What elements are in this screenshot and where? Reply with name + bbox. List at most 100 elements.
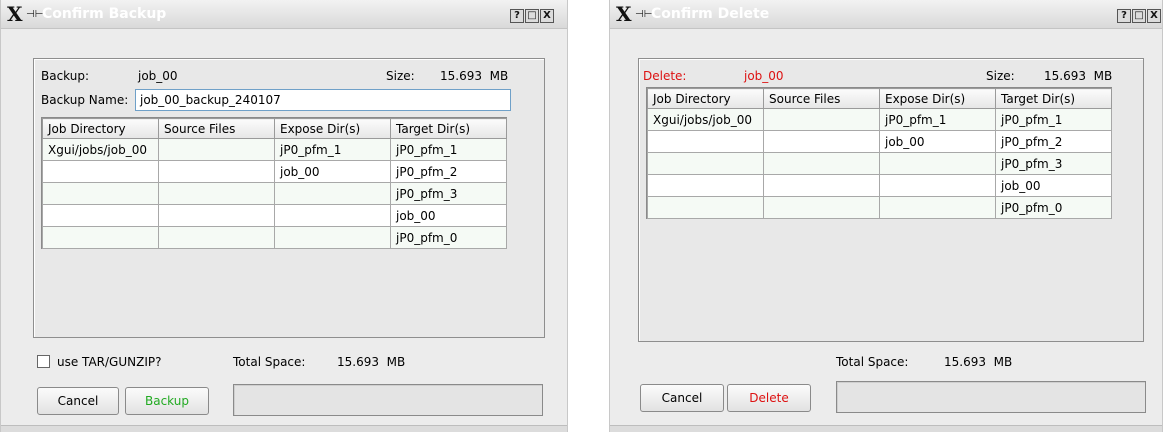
size-value: 15.693 MB bbox=[1044, 69, 1113, 83]
table-row[interactable]: job_00 bbox=[647, 174, 1112, 197]
confirm-backup-window: X ⊣⊢ Confirm Backup ? □ X Backup: job_00… bbox=[0, 0, 568, 432]
table-row[interactable]: jP0_pfm_3 bbox=[42, 182, 507, 205]
backup-label: Backup: bbox=[41, 69, 90, 83]
tar-gunzip-checkbox[interactable] bbox=[37, 355, 50, 368]
column-header-target-dirs[interactable]: Target Dir(s) bbox=[995, 88, 1112, 109]
backup-name-input[interactable]: job_00_backup_240107 bbox=[135, 89, 511, 111]
backup-info-panel: Backup: job_00 Size: 15.693 MB Backup Na… bbox=[33, 58, 545, 338]
maximize-button[interactable]: □ bbox=[525, 9, 539, 23]
table-row[interactable]: job_00 bbox=[42, 204, 507, 227]
table-cell[interactable] bbox=[42, 160, 159, 183]
table-cell[interactable]: jP0_pfm_3 bbox=[995, 152, 1112, 175]
table-cell[interactable] bbox=[158, 204, 275, 227]
table-cell[interactable] bbox=[274, 182, 391, 205]
x-logo-icon: X bbox=[7, 2, 23, 26]
table-row[interactable]: jP0_pfm_0 bbox=[42, 226, 507, 249]
column-header-expose-dirs[interactable]: Expose Dir(s) bbox=[274, 118, 391, 139]
table-cell[interactable]: jP0_pfm_1 bbox=[995, 108, 1112, 131]
table-cell[interactable] bbox=[647, 196, 764, 219]
column-header-source-files[interactable]: Source Files bbox=[763, 88, 880, 109]
total-space-label: Total Space: bbox=[233, 355, 306, 369]
window-bottom-edge bbox=[610, 425, 1162, 432]
pin-icon[interactable]: ⊣⊢ bbox=[26, 9, 43, 20]
delete-file-table: Job Directory Source Files Expose Dir(s)… bbox=[646, 87, 1112, 219]
table-cell[interactable] bbox=[763, 152, 880, 175]
window-title: Confirm Backup bbox=[42, 6, 167, 22]
table-cell[interactable] bbox=[158, 138, 275, 161]
x-logo-icon: X bbox=[616, 2, 632, 26]
table-cell[interactable]: jP0_pfm_1 bbox=[390, 138, 507, 161]
table-row[interactable]: jP0_pfm_3 bbox=[647, 152, 1112, 175]
backup-file-table: Job Directory Source Files Expose Dir(s)… bbox=[41, 117, 507, 249]
table-cell[interactable] bbox=[158, 160, 275, 183]
column-header-target-dirs[interactable]: Target Dir(s) bbox=[390, 118, 507, 139]
confirm-delete-window: X ⊣⊢ Confirm Delete ? □ X Delete: job_00… bbox=[609, 0, 1163, 432]
status-display bbox=[836, 381, 1146, 413]
close-button[interactable]: X bbox=[540, 9, 554, 23]
table-cell[interactable] bbox=[274, 204, 391, 227]
column-header-job-directory[interactable]: Job Directory bbox=[42, 118, 159, 139]
window-titlebar[interactable]: X ⊣⊢ Confirm Backup ? □ X bbox=[1, 0, 567, 29]
column-header-source-files[interactable]: Source Files bbox=[158, 118, 275, 139]
delete-info-panel: Delete: job_00 Size: 15.693 MB Job Direc… bbox=[638, 58, 1144, 342]
column-header-expose-dirs[interactable]: Expose Dir(s) bbox=[879, 88, 996, 109]
pin-icon[interactable]: ⊣⊢ bbox=[635, 9, 652, 20]
table-cell[interactable]: jP0_pfm_1 bbox=[879, 108, 996, 131]
backup-name-label: Backup Name: bbox=[41, 93, 129, 107]
table-cell[interactable]: Xgui/jobs/job_00 bbox=[647, 108, 764, 131]
status-display bbox=[233, 384, 543, 416]
delete-label: Delete: bbox=[643, 69, 687, 83]
close-button[interactable]: X bbox=[1147, 9, 1161, 23]
help-button[interactable]: ? bbox=[510, 9, 524, 23]
total-space-value: 15.693 MB bbox=[337, 355, 406, 369]
table-row[interactable]: jP0_pfm_0 bbox=[647, 196, 1112, 219]
backup-job-value: job_00 bbox=[138, 69, 178, 83]
table-cell[interactable]: jP0_pfm_2 bbox=[390, 160, 507, 183]
help-button[interactable]: ? bbox=[1117, 9, 1131, 23]
table-cell[interactable] bbox=[158, 182, 275, 205]
table-row[interactable]: job_00 jP0_pfm_2 bbox=[647, 130, 1112, 153]
table-cell[interactable] bbox=[158, 226, 275, 249]
maximize-button[interactable]: □ bbox=[1132, 9, 1146, 23]
table-cell[interactable] bbox=[274, 226, 391, 249]
table-cell[interactable] bbox=[647, 130, 764, 153]
table-cell[interactable] bbox=[42, 182, 159, 205]
table-cell[interactable]: jP0_pfm_0 bbox=[995, 196, 1112, 219]
delete-button[interactable]: Delete bbox=[727, 384, 811, 412]
cancel-button[interactable]: Cancel bbox=[37, 387, 119, 415]
table-cell[interactable] bbox=[647, 174, 764, 197]
table-cell[interactable]: jP0_pfm_2 bbox=[995, 130, 1112, 153]
table-cell[interactable] bbox=[763, 130, 880, 153]
window-title: Confirm Delete bbox=[651, 6, 770, 22]
table-row[interactable]: job_00 jP0_pfm_2 bbox=[42, 160, 507, 183]
window-titlebar[interactable]: X ⊣⊢ Confirm Delete ? □ X bbox=[610, 0, 1162, 29]
table-cell[interactable] bbox=[879, 152, 996, 175]
size-label: Size: bbox=[386, 69, 415, 83]
table-cell[interactable]: job_00 bbox=[995, 174, 1112, 197]
table-cell[interactable] bbox=[879, 196, 996, 219]
table-cell[interactable] bbox=[42, 226, 159, 249]
table-cell[interactable] bbox=[763, 196, 880, 219]
table-row[interactable]: Xgui/jobs/job_00 jP0_pfm_1 jP0_pfm_1 bbox=[647, 108, 1112, 131]
table-cell[interactable] bbox=[763, 174, 880, 197]
table-row[interactable]: Xgui/jobs/job_00 jP0_pfm_1 jP0_pfm_1 bbox=[42, 138, 507, 161]
table-cell[interactable]: jP0_pfm_0 bbox=[390, 226, 507, 249]
cancel-button[interactable]: Cancel bbox=[640, 384, 724, 412]
table-cell[interactable] bbox=[763, 108, 880, 131]
table-cell[interactable]: Xgui/jobs/job_00 bbox=[42, 138, 159, 161]
total-space-value: 15.693 MB bbox=[944, 355, 1013, 369]
size-label: Size: bbox=[986, 69, 1015, 83]
total-space-label: Total Space: bbox=[836, 355, 909, 369]
delete-job-value: job_00 bbox=[744, 69, 784, 83]
table-cell[interactable] bbox=[879, 174, 996, 197]
table-cell[interactable]: job_00 bbox=[879, 130, 996, 153]
table-cell[interactable]: jP0_pfm_3 bbox=[390, 182, 507, 205]
table-cell[interactable]: jP0_pfm_1 bbox=[274, 138, 391, 161]
table-cell[interactable]: job_00 bbox=[274, 160, 391, 183]
table-cell[interactable]: job_00 bbox=[390, 204, 507, 227]
backup-button[interactable]: Backup bbox=[125, 387, 209, 415]
table-cell[interactable] bbox=[42, 204, 159, 227]
table-cell[interactable] bbox=[647, 152, 764, 175]
column-header-job-directory[interactable]: Job Directory bbox=[647, 88, 764, 109]
tar-gunzip-label: use TAR/GUNZIP? bbox=[57, 355, 162, 369]
